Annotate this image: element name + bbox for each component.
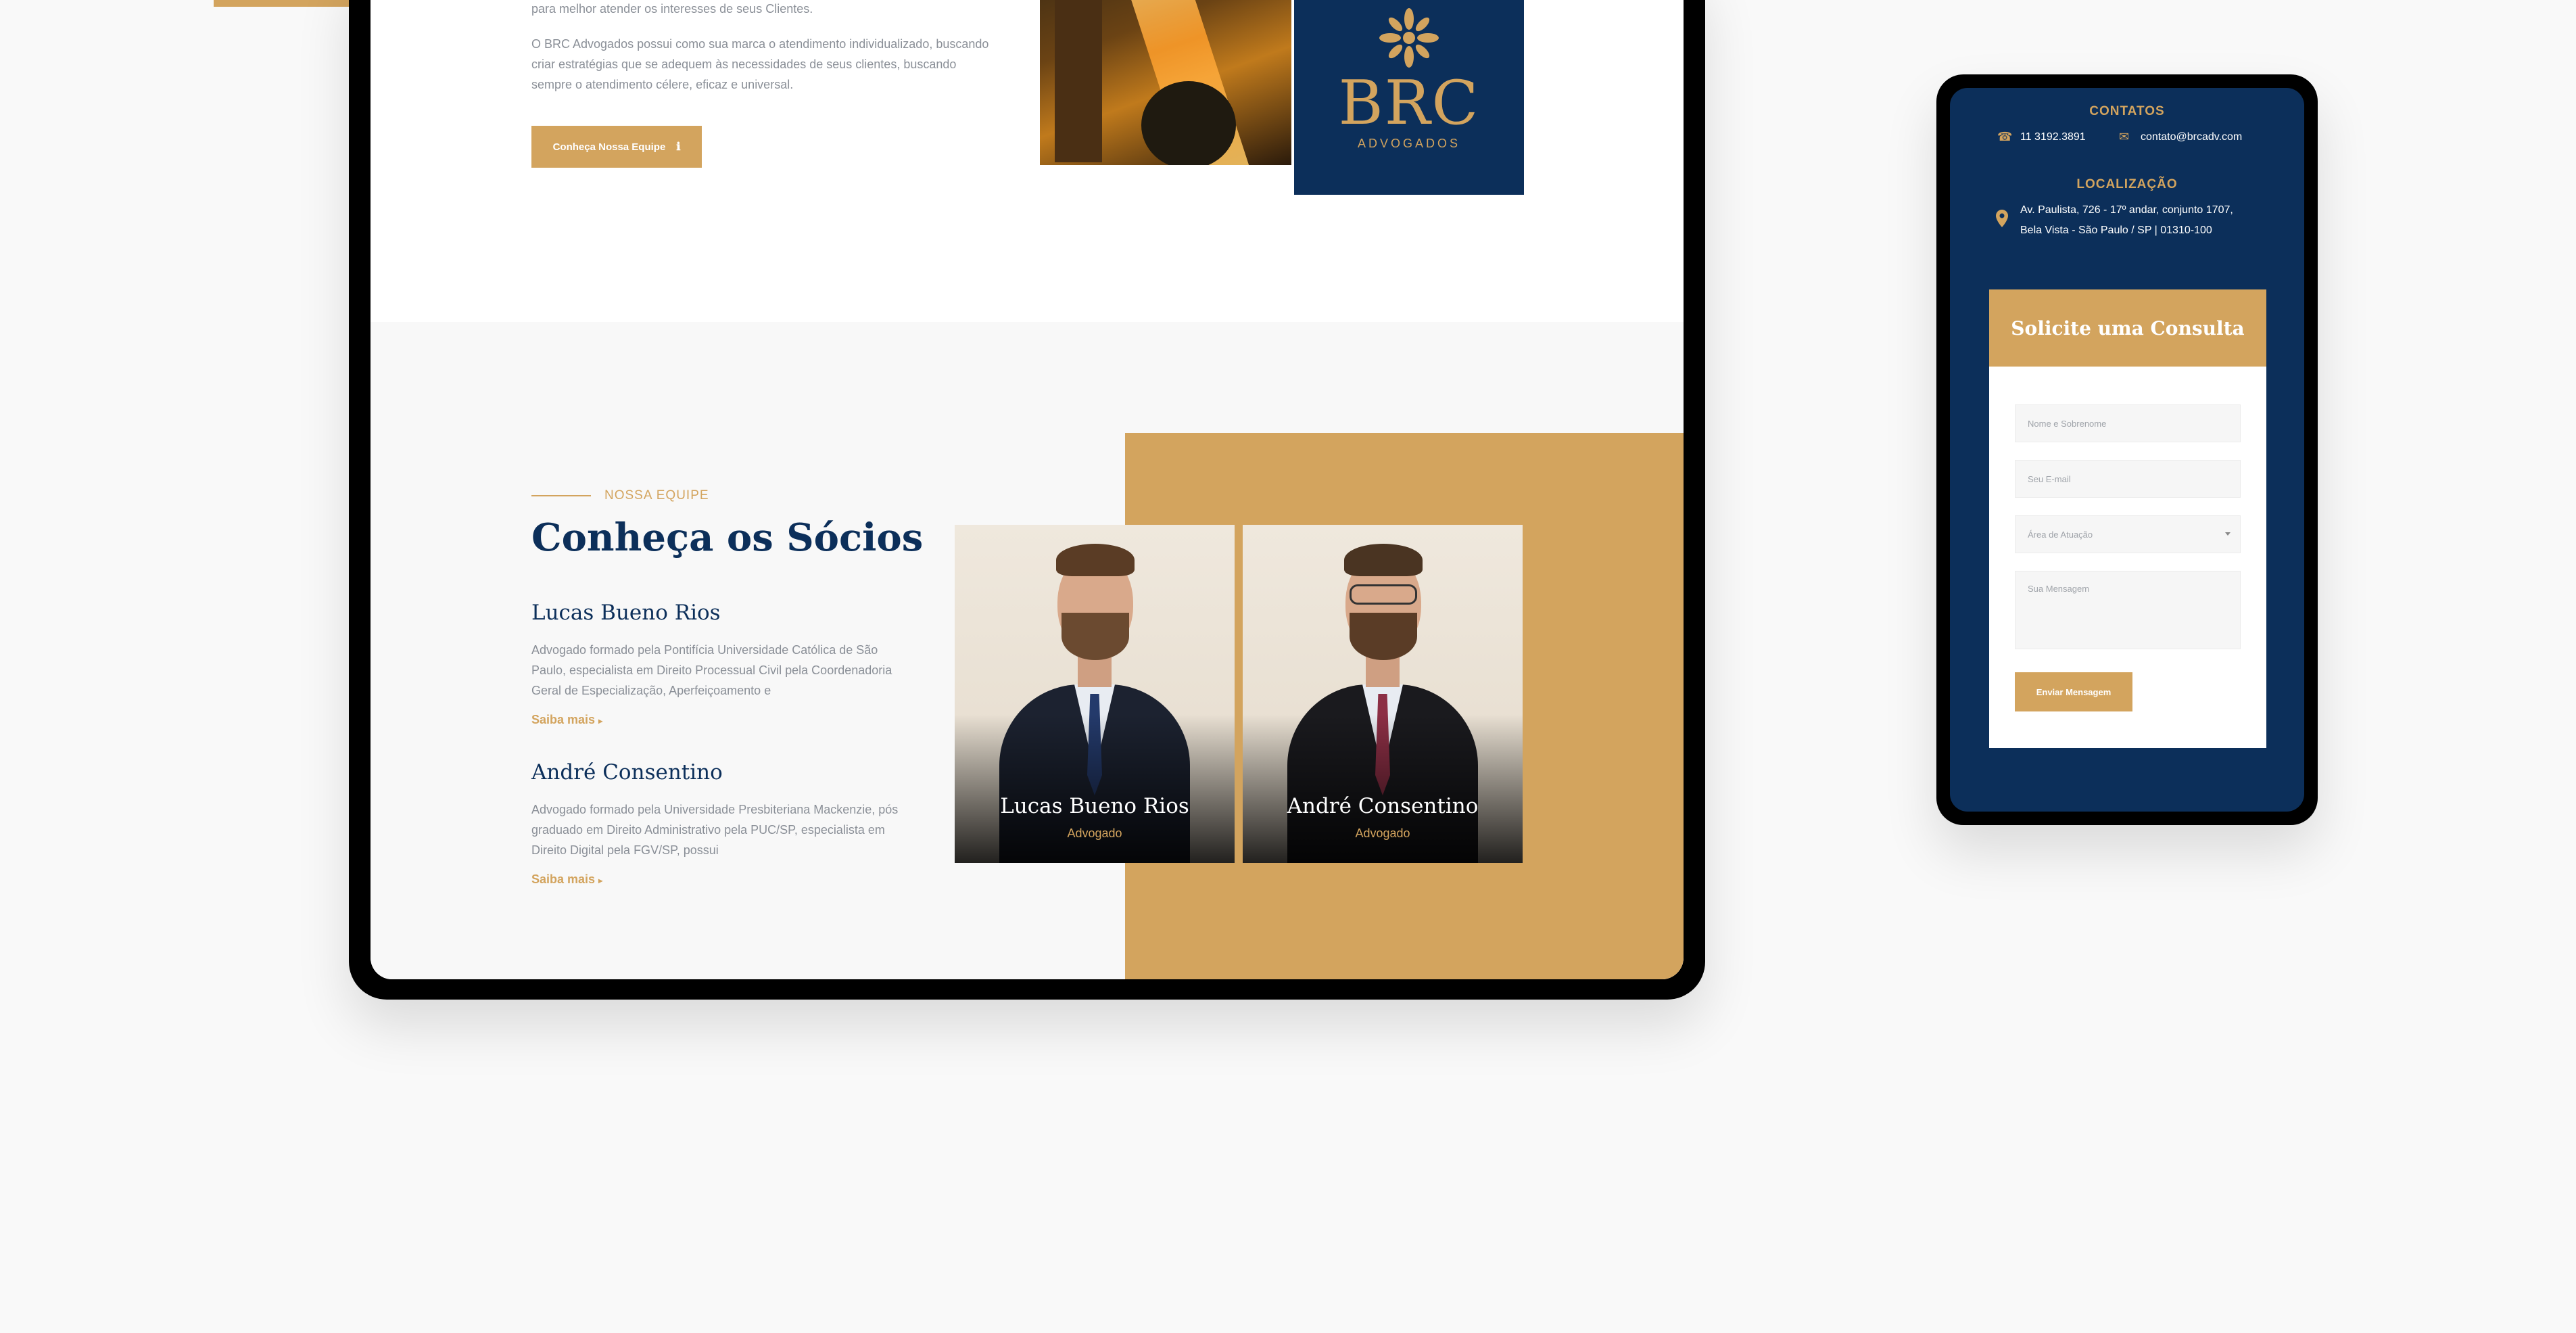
chevron-down-icon	[2225, 532, 2231, 536]
beard-shape	[1062, 613, 1129, 660]
partner-card-andre[interactable]: André Consentino Advogado	[1243, 525, 1523, 863]
tablet-screen: para melhor atender os interesses de seu…	[371, 0, 1684, 979]
practice-area-select[interactable]: Área de Atuação	[2015, 515, 2241, 553]
clock-tower-shape	[1055, 0, 1102, 162]
consultation-form: Solicite uma Consulta Nome e Sobrenome S…	[1989, 289, 2266, 748]
meet-team-button-label: Conheça Nossa Equipe	[552, 141, 666, 153]
about-paragraph: O BRC Advogados possui como sua marca o …	[531, 37, 989, 91]
contact-phone[interactable]: 11 3192.3891	[2020, 127, 2086, 147]
contacts-heading: CONTATOS	[2089, 104, 2165, 118]
location-heading: LOCALIZAÇÃO	[2076, 177, 2178, 191]
practice-area-placeholder: Área de Atuação	[2028, 529, 2093, 540]
read-more-link-lucas[interactable]: Saiba mais ▸	[531, 713, 602, 727]
phone-icon: ☎	[1997, 130, 2013, 143]
arrow-icon: ▸	[598, 716, 603, 726]
team-eyebrow: NOSSA EQUIPE	[604, 488, 709, 502]
phone-device-frame: CONTATOS ☎ 11 3192.3891 ✉ contato@brcadv…	[1936, 74, 2318, 825]
tablet-device-frame: para melhor atender os interesses de seu…	[349, 0, 1705, 1000]
read-more-link-andre[interactable]: Saiba mais ▸	[531, 872, 602, 887]
about-partial-line: para melhor atender os interesses de seu…	[531, 2, 813, 16]
name-placeholder: Nome e Sobrenome	[2028, 418, 2107, 429]
member-description-lucas: Advogado formado pela Pontifícia Univers…	[531, 643, 892, 697]
photo-gradient-overlay	[1243, 714, 1523, 863]
member-name-lucas: Lucas Bueno Rios	[531, 601, 721, 625]
name-input[interactable]: Nome e Sobrenome	[2015, 404, 2241, 442]
contact-email[interactable]: contato@brcadv.com	[2141, 127, 2242, 147]
message-textarea[interactable]: Sua Mensagem	[2015, 571, 2241, 649]
partner-card-role: Advogado	[1067, 826, 1122, 840]
address-line-1: Av. Paulista, 726 - 17º andar, conjunto …	[2020, 204, 2233, 216]
phone-screen: CONTATOS ☎ 11 3192.3891 ✉ contato@brcadv…	[1950, 88, 2304, 812]
partner-card-lucas[interactable]: Lucas Bueno Rios Advogado	[955, 525, 1235, 863]
address-line-2: Bela Vista - São Paulo / SP | 01310-100	[2020, 225, 2212, 236]
hair-shape	[1056, 544, 1135, 576]
brand-logo-panel: BRC ADVOGADOS	[1294, 0, 1524, 195]
email-placeholder: Seu E-mail	[2028, 473, 2071, 484]
city-night-photo	[1040, 0, 1291, 165]
glasses-shape	[1350, 584, 1417, 605]
eyebrow-divider	[531, 495, 591, 496]
tree-shape	[1141, 81, 1236, 165]
member-description-andre: Advogado formado pela Universidade Presb…	[531, 803, 899, 857]
member-name-andre: André Consentino	[531, 760, 723, 785]
partner-card-name: André Consentino	[1287, 794, 1479, 818]
send-message-button[interactable]: Enviar Mensagem	[2015, 672, 2132, 711]
form-title: Solicite uma Consulta	[1989, 289, 2266, 367]
team-title: Conheça os Sócios	[531, 515, 924, 560]
meet-team-button[interactable]: Conheça Nossa Equipe ℹ	[531, 126, 702, 168]
map-pin-icon	[1996, 210, 2008, 227]
flower-emblem-icon	[1379, 8, 1439, 68]
team-section: NOSSA EQUIPE Conheça os Sócios Lucas Bue…	[371, 322, 1684, 979]
read-more-label: Saiba mais	[531, 872, 596, 886]
arrow-icon: ▸	[598, 876, 603, 885]
partner-card-role: Advogado	[1355, 826, 1410, 840]
partner-card-name: Lucas Bueno Rios	[1000, 794, 1189, 818]
decorative-strip	[214, 0, 349, 7]
photo-gradient-overlay	[955, 714, 1235, 863]
beard-shape	[1350, 613, 1417, 660]
brand-subtitle: ADVOGADOS	[1357, 137, 1461, 150]
info-icon: ℹ	[676, 141, 681, 153]
message-placeholder: Sua Mensagem	[2028, 584, 2090, 594]
envelope-icon: ✉	[2119, 130, 2130, 143]
read-more-label: Saiba mais	[531, 713, 596, 726]
hair-shape	[1344, 544, 1423, 576]
brand-name: BRC	[1338, 68, 1480, 139]
email-input[interactable]: Seu E-mail	[2015, 460, 2241, 498]
